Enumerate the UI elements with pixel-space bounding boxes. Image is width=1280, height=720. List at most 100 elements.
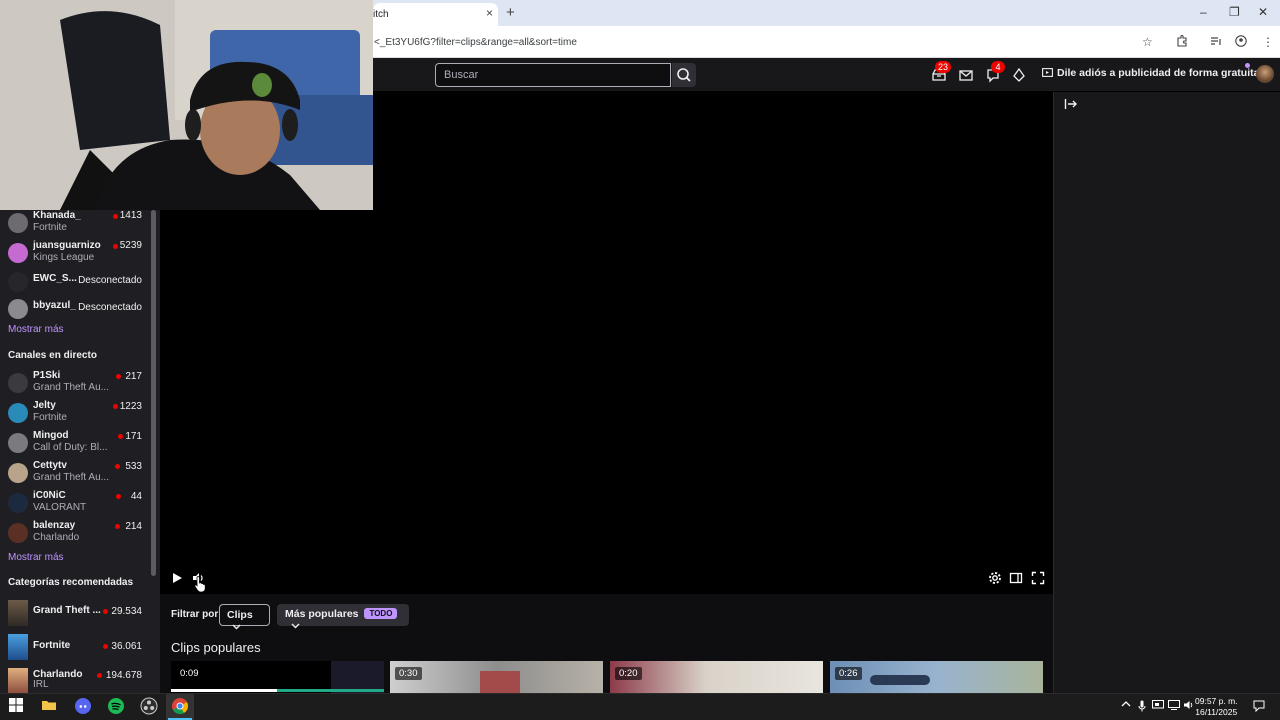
category-name: Grand Theft ... [33, 605, 101, 616]
clip-card[interactable]: 0:20 [610, 661, 823, 693]
tab-title: itch [373, 9, 389, 20]
user-avatar[interactable] [1256, 65, 1274, 83]
clip-duration: 0:26 [835, 667, 862, 680]
followed-channel-juansguarnizo[interactable]: juansguarnizo Kings League 5239 [0, 240, 150, 270]
live-channel-cettytv[interactable]: Cettytv Grand Theft Au... 533 [0, 460, 150, 490]
viewer-count: 194.678 [105, 670, 142, 681]
profile-icon[interactable] [1235, 35, 1247, 50]
category-tag: IRL [33, 679, 49, 690]
followed-channel-khanada[interactable]: Khanada_ Fortnite 1413 [0, 210, 150, 240]
mouse-cursor-icon [194, 575, 206, 597]
spotify-icon[interactable] [107, 697, 125, 715]
avatar [8, 403, 28, 423]
bookmark-star-icon[interactable]: ☆ [1142, 35, 1153, 49]
network-icon[interactable] [1168, 700, 1180, 713]
search-input[interactable]: Buscar [435, 63, 671, 87]
chevron-down-icon [291, 623, 300, 629]
popular-clips-heading: Clips populares [171, 640, 261, 655]
tv-icon [1042, 68, 1053, 77]
bits-gem-icon[interactable] [1010, 66, 1028, 84]
category-gta[interactable]: Grand Theft ... 29.534 [0, 600, 150, 630]
clock-time: 09:57 p. m. [1195, 696, 1238, 706]
chrome-icon[interactable] [171, 697, 189, 715]
sort-range-dropdown[interactable]: Más populares TODO [277, 604, 409, 629]
clip-duration: 0:20 [615, 667, 642, 680]
live-channel-p1ski[interactable]: P1Ski Grand Theft Au... 217 [0, 370, 150, 400]
channel-game: Charlando [33, 532, 80, 543]
live-indicator-icon [103, 609, 108, 614]
channel-name: Khanada_ [33, 210, 81, 221]
menu-kebab-icon[interactable]: ⋮ [1262, 35, 1274, 49]
live-channel-mingod[interactable]: Mingod Call of Duty: Bl... 171 [0, 430, 150, 460]
extensions-icon[interactable] [1176, 34, 1188, 50]
category-fortnite[interactable]: Fortnite 36.061 [0, 634, 150, 664]
file-explorer-icon[interactable] [41, 697, 59, 715]
play-icon[interactable] [170, 571, 184, 585]
clip-card[interactable]: 0:09 [171, 661, 384, 693]
restore-button[interactable]: ❐ [1229, 5, 1240, 19]
clock-date: 16/11/2025 [1195, 707, 1238, 717]
webcam-overlay [0, 0, 373, 210]
live-indicator-icon [97, 673, 102, 678]
new-tab-button[interactable]: + [506, 4, 515, 21]
live-channel-jelty[interactable]: Jelty Fortnite 1223 [0, 400, 150, 430]
channel-game: Call of Duty: Bl... [33, 442, 108, 453]
microphone-icon[interactable] [1138, 700, 1146, 715]
live-indicator-icon [113, 244, 118, 249]
clip-card[interactable]: 0:30 [390, 661, 603, 693]
search-icon [677, 68, 691, 82]
search-button[interactable] [672, 63, 696, 87]
clip-card[interactable]: 0:26 [830, 661, 1043, 693]
theatre-mode-icon[interactable] [1009, 571, 1023, 585]
expand-chat-icon[interactable] [1064, 98, 1078, 113]
close-window-button[interactable]: ✕ [1258, 5, 1268, 19]
show-more-followed-link[interactable]: Mostrar más [8, 324, 64, 335]
settings-gear-icon[interactable] [988, 571, 1002, 585]
obs-icon[interactable] [140, 697, 158, 715]
fullscreen-icon[interactable] [1031, 571, 1045, 585]
tray-overflow-chevron-icon[interactable] [1121, 700, 1131, 711]
notification-center-icon[interactable] [1253, 700, 1265, 715]
taskbar-clock[interactable]: 09:57 p. m. 16/11/2025 [1195, 696, 1238, 718]
prime-dot-icon [1245, 63, 1250, 68]
tab-close-icon[interactable]: × [486, 6, 493, 20]
viewer-count: 29.534 [111, 606, 142, 617]
viewer-count: 5239 [119, 240, 142, 251]
avatar [8, 213, 28, 233]
volume-tray-icon[interactable] [1183, 700, 1195, 713]
whispers-icon[interactable] [957, 66, 975, 84]
windows-start-icon[interactable] [8, 697, 26, 715]
discord-icon[interactable] [74, 697, 92, 715]
clip-duration: 0:09 [176, 667, 203, 680]
channel-name: Jelty [33, 400, 56, 411]
ad-free-label: Dile adiós a publicidad de forma gratuit… [1057, 67, 1260, 79]
avatar [8, 493, 28, 513]
channel-game: Fortnite [33, 412, 67, 423]
minimize-button[interactable]: – [1200, 5, 1207, 19]
url-field[interactable]: <_Et3YU6fG?filter=clips&range=all&sort=t… [374, 37, 577, 48]
avatar [8, 272, 28, 292]
sidebar-scrollbar[interactable] [151, 210, 156, 576]
category-thumbnail [8, 668, 28, 693]
offline-status: Desconectado [78, 275, 142, 286]
webcam-image [0, 0, 373, 210]
live-indicator-icon [118, 434, 123, 439]
avatar [8, 299, 28, 319]
display-tray-icon[interactable] [1152, 700, 1164, 713]
filter-type-dropdown[interactable]: Clips [219, 604, 270, 630]
followed-channel-ewc[interactable]: EWC_S... Desconectado [0, 272, 150, 303]
ad-free-promo-button[interactable]: Dile adiós a publicidad de forma gratuit… [1042, 67, 1259, 79]
viewer-count: 1223 [119, 401, 142, 412]
clip-duration: 0:30 [395, 667, 422, 680]
browser-tab[interactable]: itch × [373, 3, 498, 26]
channel-game: Grand Theft Au... [33, 472, 109, 483]
live-channel-iconic[interactable]: iC0NiC VALORANT 44 [0, 490, 150, 520]
viewer-count: 171 [125, 431, 142, 442]
media-controls-icon[interactable] [1210, 35, 1222, 50]
show-more-live-link[interactable]: Mostrar más [8, 552, 64, 563]
chat-column [1053, 92, 1280, 693]
live-channels-heading: Canales en directo [8, 350, 97, 361]
channel-name: juansguarnizo [33, 240, 101, 251]
live-channel-balenzay[interactable]: balenzay Charlando 214 [0, 520, 150, 550]
category-charlando[interactable]: Charlando IRL 194.678 [0, 668, 150, 693]
